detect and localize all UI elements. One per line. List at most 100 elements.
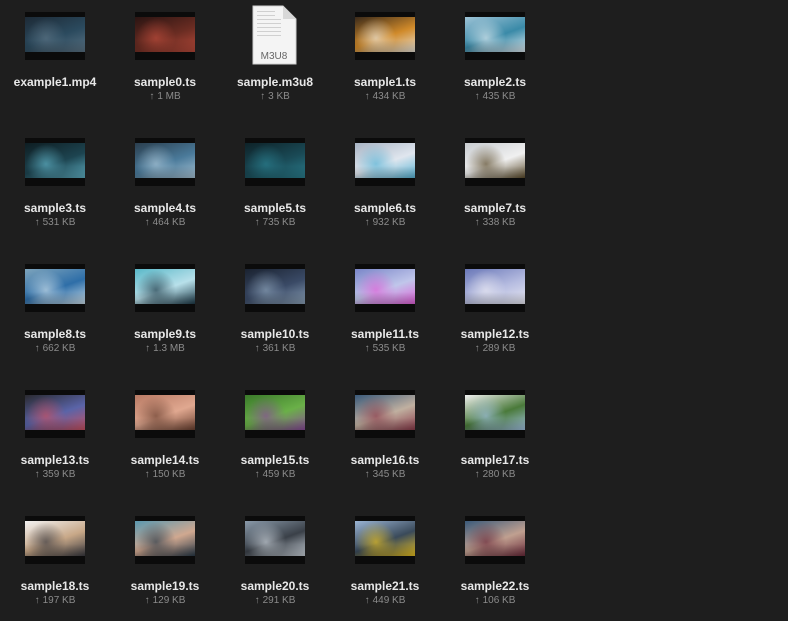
file-size: ↑ 464 KB	[110, 217, 220, 229]
file-item[interactable]: sample6.ts ↑ 932 KB	[330, 126, 440, 236]
file-name: sample13.ts	[20, 453, 90, 467]
upload-arrow-icon: ↑	[144, 595, 150, 606]
file-size: ↑ 531 KB	[0, 217, 110, 229]
file-size-value: 280 KB	[482, 469, 516, 480]
upload-arrow-icon: ↑	[474, 343, 480, 354]
upload-arrow-icon: ↑	[474, 469, 480, 480]
file-item[interactable]: sample4.ts ↑ 464 KB	[110, 126, 220, 236]
file-size-value: 735 KB	[262, 217, 296, 228]
file-item[interactable]: sample11.ts ↑ 535 KB	[330, 252, 440, 362]
file-size: ↑ 449 KB	[330, 595, 440, 607]
file-name: sample15.ts	[240, 453, 310, 467]
file-name: sample2.ts	[463, 75, 527, 89]
video-thumbnail	[355, 138, 415, 186]
video-thumbnail	[465, 12, 525, 60]
upload-arrow-icon: ↑	[260, 91, 266, 102]
video-thumbnail	[25, 264, 85, 312]
upload-arrow-icon: ↑	[145, 343, 151, 354]
file-item[interactable]: sample17.ts ↑ 280 KB	[440, 378, 550, 488]
file-name: sample20.ts	[240, 579, 310, 593]
file-name: sample12.ts	[460, 327, 530, 341]
video-thumbnail	[355, 390, 415, 438]
file-item[interactable]: sample13.ts ↑ 359 KB	[0, 378, 110, 488]
file-name: sample8.ts	[23, 327, 87, 341]
file-size-value: 1 MB	[157, 91, 181, 102]
file-item[interactable]: sample8.ts ↑ 662 KB	[0, 252, 110, 362]
video-thumbnail	[135, 516, 195, 564]
file-item[interactable]: sample22.ts ↑ 106 KB	[440, 504, 550, 614]
file-item[interactable]: sample18.ts ↑ 197 KB	[0, 504, 110, 614]
file-size-value: 3 KB	[268, 91, 290, 102]
file-size: ↑ 1 MB	[110, 91, 220, 103]
file-size: ↑ 280 KB	[440, 469, 550, 481]
file-size: ↑ 338 KB	[440, 217, 550, 229]
file-size-value: 359 KB	[42, 469, 76, 480]
video-thumbnail	[355, 12, 415, 60]
file-item[interactable]: sample14.ts ↑ 150 KB	[110, 378, 220, 488]
file-name: sample3.ts	[23, 201, 87, 215]
file-size-value: 662 KB	[42, 343, 76, 354]
upload-arrow-icon: ↑	[254, 217, 260, 228]
file-item[interactable]: example1.mp4	[0, 0, 110, 110]
file-size-value: 434 KB	[372, 91, 406, 102]
file-name: sample5.ts	[243, 201, 307, 215]
file-item[interactable]: sample20.ts ↑ 291 KB	[220, 504, 330, 614]
file-item[interactable]: sample1.ts ↑ 434 KB	[330, 0, 440, 110]
video-thumbnail	[135, 390, 195, 438]
file-size: ↑ 197 KB	[0, 595, 110, 607]
video-thumbnail	[135, 138, 195, 186]
upload-arrow-icon: ↑	[34, 343, 40, 354]
file-name: sample1.ts	[353, 75, 417, 89]
file-item[interactable]: sample10.ts ↑ 361 KB	[220, 252, 330, 362]
file-item[interactable]: sample15.ts ↑ 459 KB	[220, 378, 330, 488]
file-size-value: 1.3 MB	[153, 343, 185, 354]
upload-arrow-icon: ↑	[34, 217, 40, 228]
file-name: sample11.ts	[350, 327, 420, 341]
file-size: ↑ 345 KB	[330, 469, 440, 481]
upload-arrow-icon: ↑	[364, 595, 370, 606]
file-item[interactable]: sample0.ts ↑ 1 MB	[110, 0, 220, 110]
file-size: ↑ 459 KB	[220, 469, 330, 481]
upload-arrow-icon: ↑	[364, 91, 370, 102]
file-size: ↑ 361 KB	[220, 343, 330, 355]
file-size: ↑ 291 KB	[220, 595, 330, 607]
video-thumbnail	[25, 390, 85, 438]
video-thumbnail	[355, 264, 415, 312]
video-thumbnail	[25, 138, 85, 186]
file-name: sample14.ts	[130, 453, 200, 467]
file-size-value: 106 KB	[482, 595, 516, 606]
video-thumbnail	[245, 264, 305, 312]
video-thumbnail	[465, 264, 525, 312]
file-item[interactable]: sample5.ts ↑ 735 KB	[220, 126, 330, 236]
upload-arrow-icon: ↑	[144, 469, 150, 480]
file-size-value: 150 KB	[152, 469, 186, 480]
file-size-value: 338 KB	[482, 217, 516, 228]
file-size: ↑ 129 KB	[110, 595, 220, 607]
file-item[interactable]: sample3.ts ↑ 531 KB	[0, 126, 110, 236]
file-name: sample16.ts	[350, 453, 420, 467]
video-thumbnail	[245, 516, 305, 564]
file-name: sample9.ts	[133, 327, 197, 341]
upload-arrow-icon: ↑	[254, 469, 260, 480]
file-size-value: 459 KB	[262, 469, 296, 480]
file-item[interactable]: sample7.ts ↑ 338 KB	[440, 126, 550, 236]
file-name: sample22.ts	[460, 579, 530, 593]
file-name: sample19.ts	[130, 579, 200, 593]
file-grid: example1.mp4 sample0.ts ↑ 1 MB M3U8 sample.m3…	[0, 0, 788, 621]
video-thumbnail	[465, 390, 525, 438]
document-icon: M3U8	[251, 5, 297, 65]
file-item[interactable]: M3U8 sample.m3u8 ↑ 3 KB	[220, 0, 330, 110]
file-item[interactable]: sample19.ts ↑ 129 KB	[110, 504, 220, 614]
file-size: ↑ 932 KB	[330, 217, 440, 229]
file-item[interactable]: sample2.ts ↑ 435 KB	[440, 0, 550, 110]
file-item[interactable]: sample16.ts ↑ 345 KB	[330, 378, 440, 488]
file-name: sample18.ts	[20, 579, 90, 593]
upload-arrow-icon: ↑	[364, 469, 370, 480]
file-size: ↑ 1.3 MB	[110, 343, 220, 355]
video-thumbnail	[245, 138, 305, 186]
file-item[interactable]: sample9.ts ↑ 1.3 MB	[110, 252, 220, 362]
video-thumbnail	[25, 516, 85, 564]
file-name: sample.m3u8	[236, 75, 314, 89]
file-item[interactable]: sample21.ts ↑ 449 KB	[330, 504, 440, 614]
file-item[interactable]: sample12.ts ↑ 289 KB	[440, 252, 550, 362]
